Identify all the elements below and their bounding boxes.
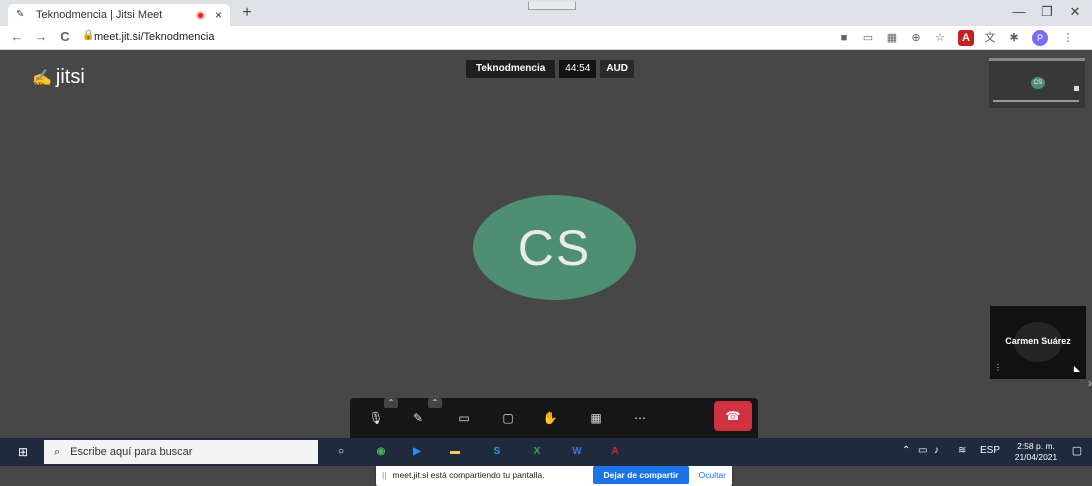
- address-bar: ← → C 🔒 meet.jit.si/Teknodmencia ■ ▭ ▦ ⊕…: [0, 26, 1092, 50]
- translate-icon[interactable]: 文: [982, 30, 998, 46]
- clock-time: 2:58 p. m.: [1017, 441, 1055, 451]
- browser-tab-bar: ✎ Teknodmencia | Jitsi Meet × + — ❐ ✕: [0, 0, 1092, 26]
- audio-options-caret-icon[interactable]: ⌃: [384, 398, 398, 408]
- meeting-stage: ✍ jitsi Teknodmencia 44:54 AUD CS CS Car…: [0, 50, 1092, 486]
- dominant-speaker-avatar: CS: [473, 195, 636, 300]
- acrobat-icon[interactable]: A: [958, 30, 974, 46]
- start-button[interactable]: ⊞: [6, 442, 40, 462]
- profile-avatar[interactable]: P: [1032, 30, 1048, 46]
- file-explorer-icon[interactable]: ▬: [444, 442, 466, 462]
- forward-button[interactable]: →: [32, 29, 50, 44]
- word-icon[interactable]: W: [566, 442, 588, 462]
- hangup-button[interactable]: ☎: [714, 401, 752, 431]
- cast-icon[interactable]: ▭: [860, 30, 876, 46]
- install-icon[interactable]: ⊕: [908, 30, 924, 46]
- search-placeholder: Escribe aquí para buscar: [70, 446, 193, 458]
- conference-subject: Teknodmencia 44:54 AUD: [466, 60, 634, 78]
- taskbar-acrobat-icon[interactable]: A: [604, 442, 626, 462]
- screenshare-button[interactable]: ▭: [454, 408, 474, 428]
- jitsi-logo[interactable]: ✍ jitsi: [32, 66, 85, 89]
- minimize-button[interactable]: —: [1004, 4, 1034, 19]
- microphone-button[interactable]: 🎙: [366, 408, 386, 428]
- new-tab-button[interactable]: +: [238, 4, 256, 22]
- participant-menu-icon[interactable]: ⋮: [994, 363, 1002, 372]
- preview-avatar: CS: [1031, 77, 1045, 89]
- wifi-icon[interactable]: ≋: [958, 445, 966, 456]
- screen-share-notification: || meet.jit.si está compartiendo tu pant…: [376, 464, 732, 486]
- taskbar-search[interactable]: ⌕ Escribe aquí para buscar: [44, 440, 318, 464]
- recording-indicator-icon: [195, 10, 205, 20]
- url-input[interactable]: meet.jit.si/Teknodmencia: [94, 31, 214, 43]
- windows-taskbar: ⊞ ⌕ Escribe aquí para buscar ○ ◉ ▶ ▬ S X…: [0, 438, 1092, 466]
- participant-name: Carmen Suárez: [1005, 336, 1071, 346]
- stop-sharing-button[interactable]: Dejar de compartir: [593, 466, 689, 484]
- close-window-button[interactable]: ✕: [1060, 4, 1090, 20]
- volume-icon[interactable]: ♪: [934, 445, 939, 456]
- tray-chevron-icon[interactable]: ⌃: [902, 445, 910, 456]
- excel-icon[interactable]: X: [526, 442, 548, 462]
- tile-view-button[interactable]: ▦: [586, 408, 606, 428]
- preview-indicator-icon: [1074, 86, 1079, 91]
- audio-only-badge: AUD: [600, 60, 634, 78]
- notifications-icon[interactable]: ▢: [1068, 444, 1086, 457]
- lock-icon[interactable]: 🔒: [82, 30, 94, 41]
- language-indicator[interactable]: ESP: [980, 445, 1000, 456]
- camera-off-icon: ◣: [1073, 364, 1080, 373]
- participant-tile[interactable]: Carmen Suárez ⋮ ◣: [990, 306, 1086, 379]
- tab-close-button[interactable]: ×: [215, 8, 222, 22]
- reload-button[interactable]: C: [56, 29, 74, 44]
- back-button[interactable]: ←: [8, 29, 26, 44]
- tab-title: Teknodmencia | Jitsi Meet: [36, 9, 163, 21]
- skype-icon[interactable]: S: [486, 442, 508, 462]
- preview-header: [989, 58, 1085, 61]
- jitsi-favicon-icon: ✎: [16, 9, 25, 20]
- filmstrip-toggle-icon[interactable]: ›: [1088, 376, 1092, 390]
- hide-button[interactable]: Ocultar: [699, 470, 726, 480]
- more-options-button[interactable]: ⋯: [630, 408, 650, 428]
- chat-button[interactable]: ▢: [498, 408, 518, 428]
- camera-icon[interactable]: ■: [836, 30, 852, 46]
- window-drag-handle[interactable]: [528, 2, 576, 10]
- chrome-icon[interactable]: ◉: [370, 442, 392, 462]
- qr-icon[interactable]: ▦: [884, 30, 900, 46]
- clock-date: 21/04/2021: [1014, 452, 1058, 462]
- camera-button[interactable]: ✎: [408, 408, 428, 428]
- drag-grip-icon[interactable]: ||: [382, 470, 386, 480]
- search-icon: ⌕: [54, 445, 61, 458]
- jitsi-logo-icon: ✍: [32, 69, 52, 87]
- puzzle-icon[interactable]: ✱: [1006, 30, 1022, 46]
- preview-footer: [993, 100, 1079, 102]
- share-message: meet.jit.si está compartiendo tu pantall…: [392, 470, 545, 480]
- star-icon[interactable]: ☆: [932, 30, 948, 46]
- shared-screen-preview[interactable]: CS: [989, 58, 1085, 108]
- cortana-icon[interactable]: ○: [330, 442, 352, 462]
- movies-icon[interactable]: ▶: [406, 442, 428, 462]
- subject-text: Teknodmencia: [466, 60, 556, 78]
- restore-button[interactable]: ❐: [1032, 4, 1062, 20]
- jitsi-logo-text: jitsi: [55, 66, 85, 88]
- video-options-caret-icon[interactable]: ⌃: [428, 398, 442, 408]
- browser-tab[interactable]: ✎ Teknodmencia | Jitsi Meet ×: [8, 4, 230, 26]
- conference-timer: 44:54: [559, 60, 597, 78]
- raise-hand-button[interactable]: ✋: [540, 408, 560, 428]
- menu-icon[interactable]: ⋮: [1060, 30, 1076, 46]
- battery-icon[interactable]: ▭: [918, 445, 927, 456]
- meeting-toolbar: ⌃ 🎙 ⌃ ✎ ▭ ▢ ✋ ▦ ⋯ ☎: [350, 398, 758, 438]
- taskbar-clock[interactable]: 2:58 p. m. 21/04/2021: [1008, 441, 1064, 463]
